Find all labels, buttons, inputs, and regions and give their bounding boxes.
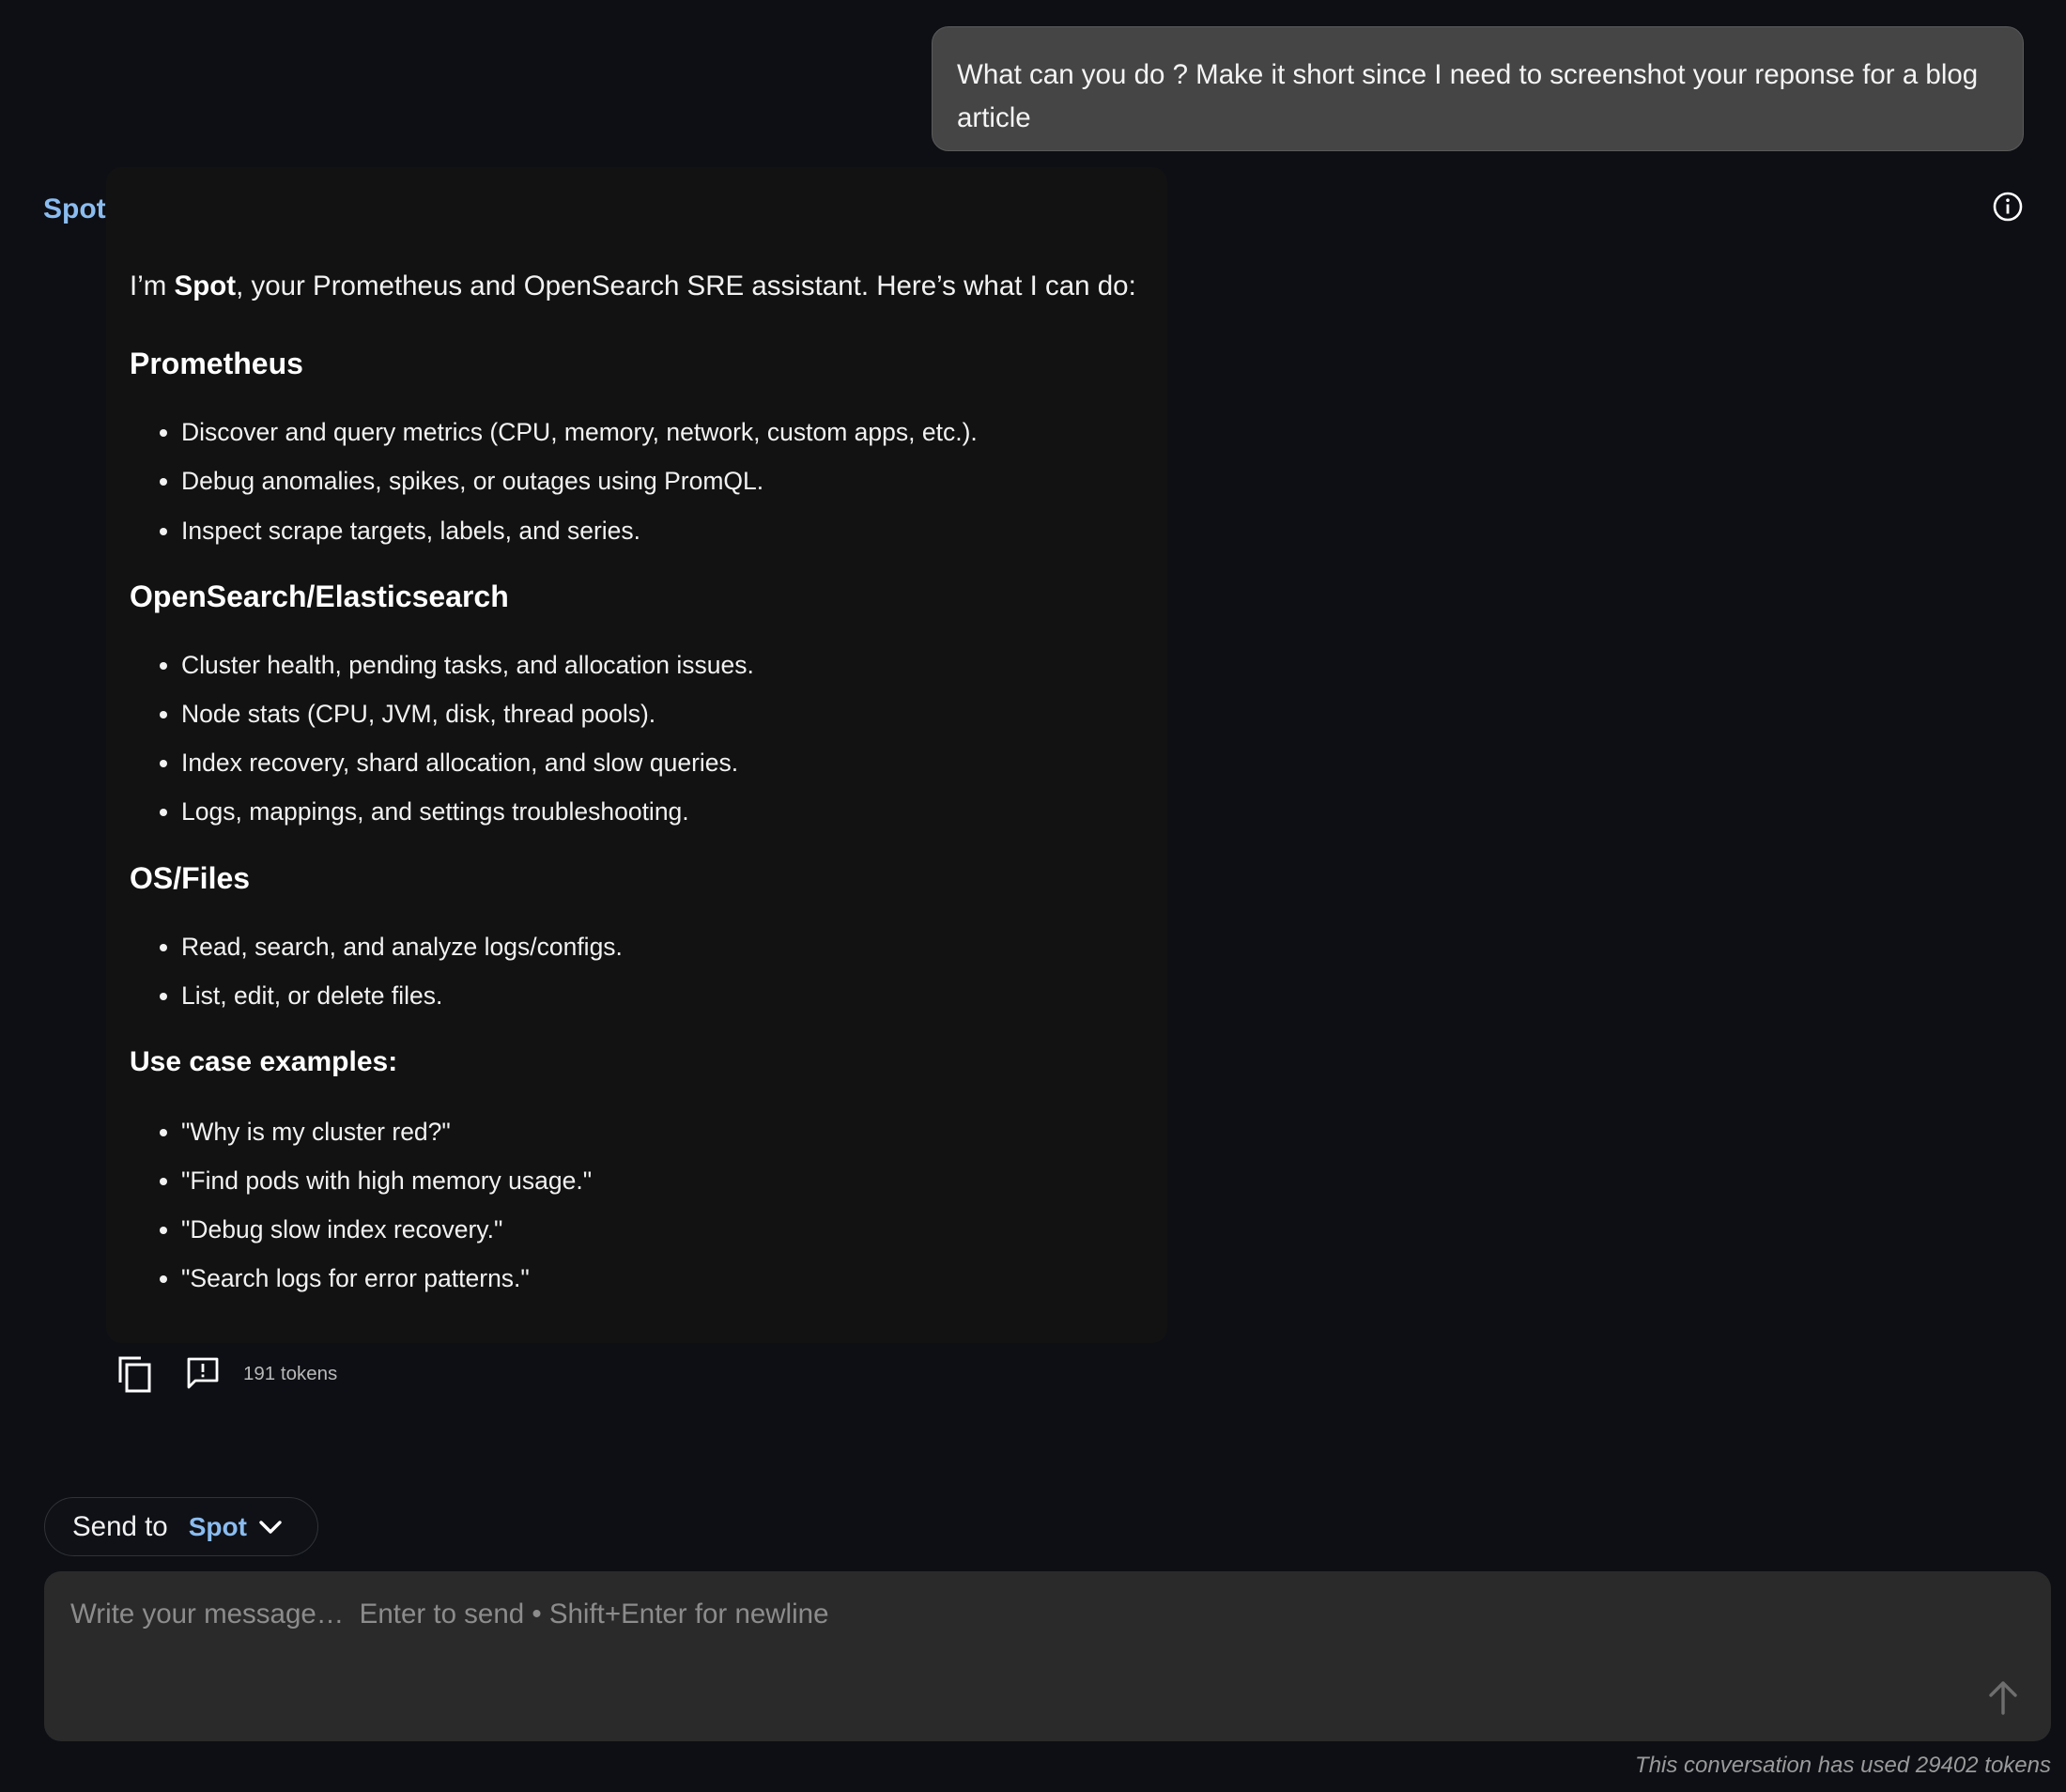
info-icon[interactable] — [1992, 191, 2024, 223]
user-message-text: What can you do ? Make it short since I … — [957, 59, 1979, 133]
list-item: Logs, mappings, and settings troubleshoo… — [160, 797, 689, 826]
section-heading-os-files: OS/Files — [130, 861, 251, 895]
intro-prefix: I’m — [130, 270, 175, 301]
message-input[interactable] — [70, 1594, 1855, 1635]
list-item: Cluster health, pending tasks, and alloc… — [160, 651, 754, 679]
conversation-usage-text: This conversation has used 29402 tokens — [1635, 1753, 2051, 1778]
reply-intro: I’m Spot, your Prometheus and OpenSearch… — [130, 270, 1136, 302]
list-item: "Debug slow index recovery." — [159, 1215, 503, 1244]
assistant-reply-card: I’m Spot, your Prometheus and OpenSearch… — [106, 167, 1167, 1343]
section-heading-opensearch: OpenSearch/Elasticsearch — [130, 579, 509, 613]
list-item: "Why is my cluster red?" — [160, 1118, 451, 1146]
send-to-label: Send to — [72, 1510, 168, 1542]
message-token-count: 191 tokens — [243, 1363, 338, 1384]
section-heading-use-cases: Use case examples: — [130, 1046, 398, 1077]
list-item: "Search logs for error patterns." — [160, 1264, 530, 1292]
send-to-target: Spot — [188, 1511, 247, 1541]
intro-bold-name: Spot — [174, 270, 237, 301]
message-composer — [44, 1571, 2051, 1741]
section-heading-prometheus: Prometheus — [130, 347, 303, 380]
chevron-down-icon — [259, 1520, 282, 1534]
intro-suffix: , your Prometheus and OpenSearch SRE ass… — [236, 270, 1136, 301]
list-item: "Find pods with high memory usage." — [159, 1166, 593, 1195]
assistant-name: Spot — [43, 193, 106, 224]
list-item: Index recovery, shard allocation, and sl… — [159, 749, 739, 777]
list-item: Node stats (CPU, JVM, disk, thread pools… — [159, 700, 656, 728]
list-item: Read, search, and analyze logs/configs. — [160, 933, 623, 961]
list-item: List, edit, or delete files. — [159, 981, 443, 1010]
list-item: Discover and query metrics (CPU, memory,… — [160, 418, 978, 446]
send-to-selector[interactable]: Send to Spot — [44, 1497, 318, 1556]
list-item: Inspect scrape targets, labels, and seri… — [159, 517, 641, 545]
user-message-bubble: What can you do ? Make it short since I … — [932, 26, 2024, 151]
feedback-icon[interactable] — [186, 1356, 220, 1390]
list-item: Debug anomalies, spikes, or outages usin… — [159, 467, 764, 495]
copy-icon[interactable] — [116, 1354, 152, 1394]
arrow-up-icon[interactable] — [1986, 1678, 2020, 1716]
